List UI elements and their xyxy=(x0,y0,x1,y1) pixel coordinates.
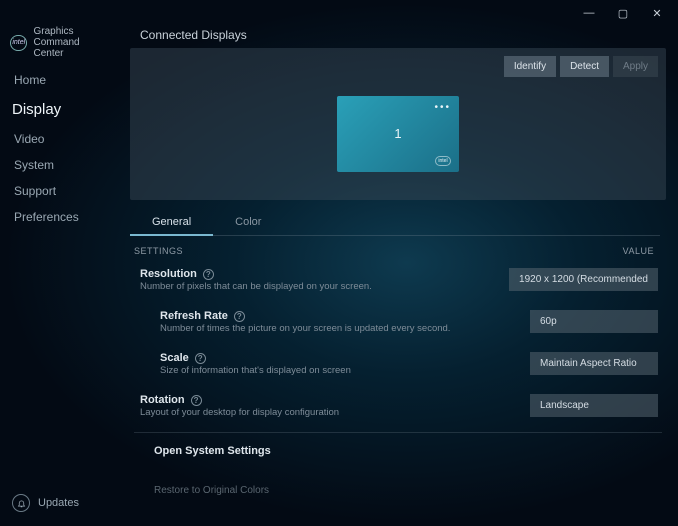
resolution-dropdown[interactable]: 1920 x 1200 (Recommended xyxy=(509,268,658,291)
rotation-dropdown[interactable]: Landscape xyxy=(530,394,658,417)
tab-color[interactable]: Color xyxy=(213,210,283,235)
help-icon[interactable]: ? xyxy=(195,353,206,364)
main-content: Connected Displays Identify Detect Apply… xyxy=(120,26,678,526)
refresh-rate-dropdown[interactable]: 60p xyxy=(530,310,658,333)
help-icon[interactable]: ? xyxy=(203,269,214,280)
help-icon[interactable]: ? xyxy=(191,395,202,406)
setting-desc: Number of times the picture on your scre… xyxy=(160,323,530,334)
bell-icon xyxy=(12,494,30,512)
app-title: Graphics Command Center xyxy=(33,26,112,59)
intel-logo-icon: intel xyxy=(10,35,27,51)
identify-button[interactable]: Identify xyxy=(504,56,556,77)
help-icon[interactable]: ? xyxy=(234,311,245,322)
setting-row-refresh-rate: Refresh Rate? Number of times the pictur… xyxy=(134,304,658,346)
setting-label: Refresh Rate xyxy=(160,310,228,322)
nav-item-home[interactable]: Home xyxy=(0,67,120,93)
open-system-settings-link[interactable]: Open System Settings xyxy=(124,433,666,469)
settings-list: Resolution? Number of pixels that can be… xyxy=(124,258,666,430)
updates-label: Updates xyxy=(38,497,79,509)
setting-label: Scale xyxy=(160,352,189,364)
nav-item-video[interactable]: Video xyxy=(0,126,120,152)
scale-dropdown[interactable]: Maintain Aspect Ratio xyxy=(530,352,658,375)
more-icon[interactable]: ••• xyxy=(434,102,451,113)
updates-button[interactable]: Updates xyxy=(0,484,120,526)
display-tile-1[interactable]: ••• 1 intel xyxy=(337,96,459,172)
window-close-button[interactable]: ✕ xyxy=(640,3,674,23)
section-title: Connected Displays xyxy=(124,26,666,48)
setting-label: Resolution xyxy=(140,268,197,280)
nav-item-system[interactable]: System xyxy=(0,152,120,178)
brand: intel Graphics Command Center xyxy=(0,26,120,67)
displays-panel: Identify Detect Apply ••• 1 intel xyxy=(130,48,666,200)
window-minimize-button[interactable]: — xyxy=(572,3,606,23)
setting-row-rotation: Rotation? Layout of your desktop for dis… xyxy=(134,388,658,430)
settings-header-right: VALUE xyxy=(623,246,654,256)
nav-item-display[interactable]: Display xyxy=(0,93,120,126)
titlebar: — ▢ ✕ xyxy=(0,0,678,26)
setting-desc: Number of pixels that can be displayed o… xyxy=(140,281,509,292)
restore-colors-button: Restore to Original Colors xyxy=(124,469,666,496)
setting-desc: Size of information that's displayed on … xyxy=(160,365,530,376)
setting-row-resolution: Resolution? Number of pixels that can be… xyxy=(134,262,658,304)
sidebar: intel Graphics Command Center Home Displ… xyxy=(0,26,120,526)
window-maximize-button[interactable]: ▢ xyxy=(606,3,640,23)
intel-chip-icon: intel xyxy=(435,156,451,166)
tab-general[interactable]: General xyxy=(130,210,213,236)
setting-desc: Layout of your desktop for display confi… xyxy=(140,407,530,418)
setting-row-scale: Scale? Size of information that's displa… xyxy=(134,346,658,388)
nav-item-support[interactable]: Support xyxy=(0,178,120,204)
apply-button: Apply xyxy=(613,56,658,77)
nav: Home Display Video System Support Prefer… xyxy=(0,67,120,230)
tabs: General Color xyxy=(130,210,660,236)
setting-label: Rotation xyxy=(140,394,185,406)
settings-header-left: SETTINGS xyxy=(134,246,183,256)
nav-item-preferences[interactable]: Preferences xyxy=(0,204,120,230)
settings-header: SETTINGS VALUE xyxy=(124,236,666,258)
display-number: 1 xyxy=(337,126,459,141)
detect-button[interactable]: Detect xyxy=(560,56,609,77)
